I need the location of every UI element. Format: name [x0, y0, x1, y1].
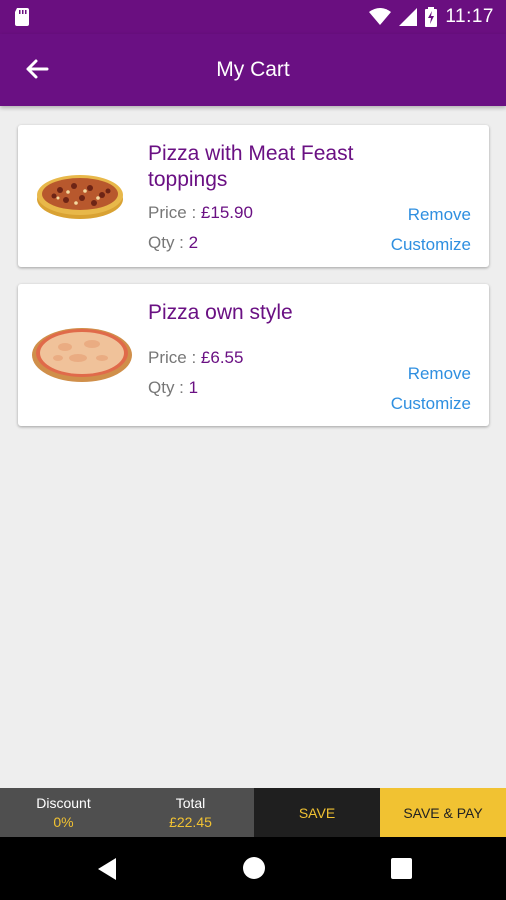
nav-back-icon[interactable]: [96, 857, 118, 881]
item-qty: Qty : 1: [148, 378, 199, 397]
navigation-bar: [0, 837, 506, 900]
status-time: 11:17: [445, 6, 494, 27]
save-and-pay-button[interactable]: SAVE & PAY: [380, 788, 506, 837]
app-bar: My Cart: [0, 34, 506, 106]
discount-label: Discount: [36, 795, 91, 811]
remove-link[interactable]: Remove: [408, 364, 471, 384]
item-price: Price : £15.90: [148, 203, 253, 222]
total-summary: Total £22.45: [127, 788, 254, 837]
item-price: Price : £6.55: [148, 348, 244, 367]
checkout-bar: Discount 0% Total £22.45 SAVE SAVE & PAY: [0, 788, 506, 837]
cheese-pizza-image: [32, 328, 132, 382]
nav-home-icon[interactable]: [242, 856, 266, 880]
wifi-icon: [369, 8, 392, 25]
customize-link[interactable]: Customize: [391, 394, 471, 414]
meat-feast-pizza-image: [37, 175, 123, 219]
customize-link[interactable]: Customize: [391, 235, 471, 255]
discount-summary: Discount 0%: [0, 788, 127, 837]
page-title: My Cart: [216, 58, 290, 81]
cart-list: Pizza with Meat Feast toppings Price : £…: [18, 125, 489, 443]
save-button[interactable]: SAVE: [254, 788, 380, 837]
status-bar: 11:17: [0, 0, 506, 34]
item-qty: Qty : 2: [148, 233, 199, 252]
sd-card-icon: [15, 8, 29, 26]
item-name: Pizza with Meat Feast toppings: [148, 142, 354, 191]
total-value: £22.45: [169, 814, 212, 830]
cart-item: Pizza with Meat Feast toppings Price : £…: [18, 125, 489, 267]
item-name: Pizza own style: [148, 301, 293, 324]
signal-icon: [399, 8, 418, 26]
total-label: Total: [175, 795, 206, 811]
nav-recents-icon[interactable]: [391, 858, 412, 879]
battery-icon: [425, 7, 438, 27]
remove-link[interactable]: Remove: [408, 205, 471, 225]
cart-item: Pizza own style Price : £6.55 Qty : 1 Re…: [18, 284, 489, 426]
discount-value: 0%: [53, 814, 74, 830]
